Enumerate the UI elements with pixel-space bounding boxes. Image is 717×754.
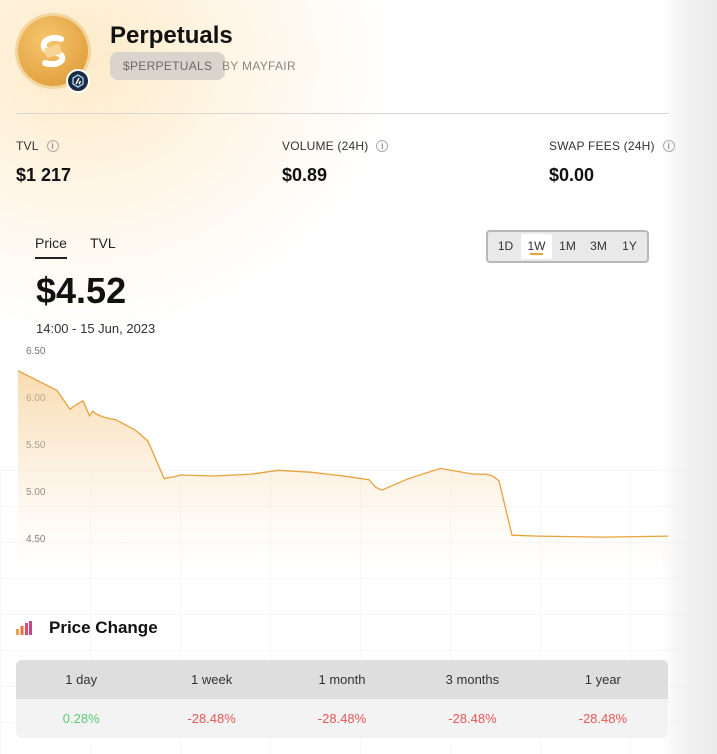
stat-swap-fees: SWAP FEES (24H) i $0.00: [549, 139, 675, 186]
column-header: 1 week: [191, 672, 233, 687]
ticker-badge[interactable]: $PERPETUALS: [110, 52, 226, 80]
price-change-values-row: 0.28% -28.48% -28.48% -28.48% -28.48%: [16, 699, 668, 738]
tab-price[interactable]: Price: [35, 235, 67, 259]
change-1-day: 0.28%: [62, 711, 100, 726]
stat-tvl: TVL i $1 217: [16, 139, 71, 186]
range-1y-button[interactable]: 1Y: [614, 234, 645, 259]
change-1-year: -28.48%: [578, 711, 628, 726]
current-price: $4.52: [36, 270, 127, 311]
price-change-table: 1 day 1 week 1 month 3 months 1 year 0.2…: [16, 660, 668, 738]
range-1d-button[interactable]: 1D: [490, 234, 521, 259]
header-divider: [16, 113, 669, 114]
column-header: 1 year: [584, 672, 621, 687]
y-tick-label: 6.50: [26, 346, 46, 357]
price-chart[interactable]: 6.506.005.505.004.50: [0, 340, 717, 570]
price-area-fill: [18, 370, 668, 570]
stat-swap-fees-label: SWAP FEES (24H): [549, 139, 655, 153]
page-title: Perpetuals: [110, 22, 233, 49]
stat-swap-fees-value: $0.00: [549, 165, 595, 185]
column-header: 3 months: [445, 672, 500, 687]
perpetuals-logo-mark: [40, 35, 66, 68]
stat-volume: VOLUME (24H) i $0.89: [282, 139, 389, 186]
tab-tvl[interactable]: TVL: [90, 235, 116, 257]
author-label: BY MAYFAIR: [222, 59, 296, 73]
column-header: 1 month: [318, 672, 366, 687]
stat-volume-label: VOLUME (24H): [282, 139, 369, 153]
range-1m-button[interactable]: 1M: [552, 234, 583, 259]
stat-tvl-value: $1 217: [16, 165, 72, 185]
price-change-header-row: 1 day 1 week 1 month 3 months 1 year: [16, 660, 668, 699]
stat-volume-value: $0.89: [282, 165, 328, 185]
price-timestamp: 14:00 - 15 Jun, 2023: [36, 321, 156, 336]
info-icon[interactable]: i: [376, 140, 389, 152]
range-1w-button[interactable]: 1W: [521, 234, 552, 259]
arbitrum-icon: [66, 69, 90, 93]
column-header: 1 day: [65, 672, 98, 687]
range-3m-button[interactable]: 3M: [583, 234, 614, 259]
info-icon[interactable]: i: [662, 140, 675, 152]
bar-chart-icon: [16, 621, 32, 635]
stat-tvl-label: TVL: [16, 139, 39, 153]
change-1-month: -28.48%: [317, 711, 367, 726]
range-selector: 1D 1W 1M 3M 1Y: [486, 230, 649, 263]
info-icon[interactable]: i: [46, 140, 59, 152]
change-1-week: -28.48%: [187, 711, 236, 726]
change-3-months: -28.48%: [448, 711, 497, 726]
price-change-title: Price Change: [49, 618, 158, 637]
